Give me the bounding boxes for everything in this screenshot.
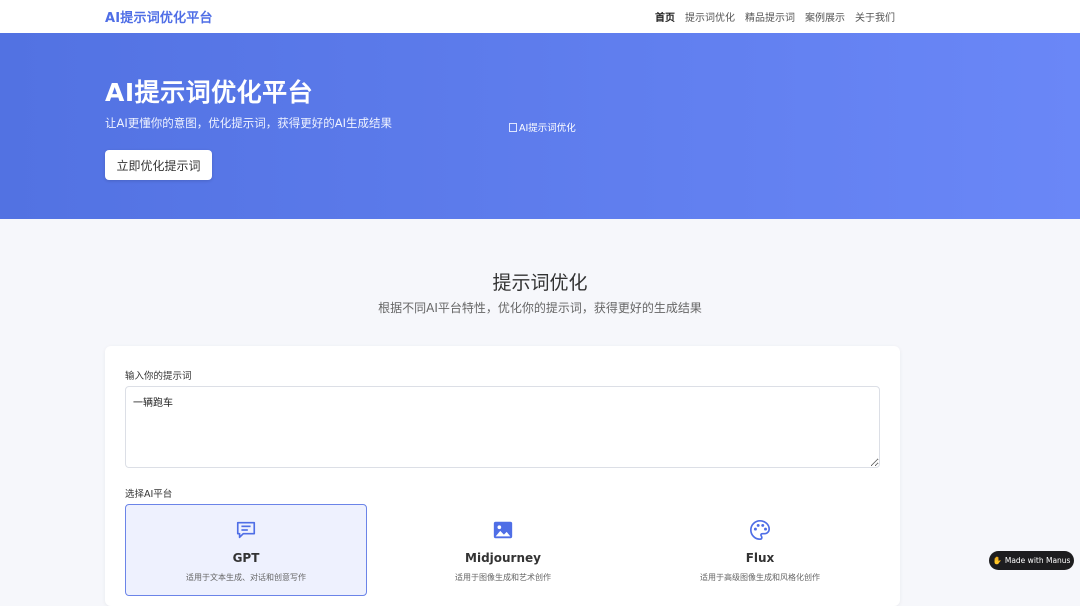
platform-name: Midjourney (465, 551, 541, 565)
prompt-label: 输入你的提示词 (125, 371, 192, 382)
image-icon (383, 519, 623, 541)
nav-featured-prompts[interactable]: 精品提示词 (745, 9, 795, 24)
nav-home[interactable]: 首页 (655, 9, 675, 24)
badge-text: Made with Manus (1004, 556, 1071, 565)
platform-options: GPT 适用于文本生成、对话和创意写作 Midjourney 适用于图像生成和艺… (125, 504, 880, 604)
hand-icon: ✋ (992, 556, 1002, 565)
platform-midjourney[interactable]: Midjourney 适用于图像生成和艺术创作 (382, 504, 624, 596)
broken-image-icon (509, 122, 517, 132)
platform-flux[interactable]: Flux 适用于高级图像生成和风格化创作 (639, 504, 881, 596)
made-with-manus-badge[interactable]: ✋ Made with Manus (989, 551, 1074, 570)
section-subtitle: 根据不同AI平台特性，优化你的提示词，获得更好的生成结果 (378, 301, 702, 315)
hero-subtitle: 让AI更懂你的意图，优化提示词，获得更好的AI生成结果 (105, 116, 393, 130)
platform-desc: 适用于高级图像生成和风格化创作 (700, 573, 820, 582)
platform-label: 选择AI平台 (125, 489, 173, 500)
brand-logo[interactable]: AI提示词优化平台 (105, 7, 213, 26)
prompt-input[interactable] (125, 386, 880, 468)
optimizer-card: 输入你的提示词 选择AI平台 GPT 适用于文本生成、对话和创意写作 Mi (105, 346, 900, 606)
palette-icon (640, 519, 880, 541)
hero-title: AI提示词优化平台 (105, 78, 314, 107)
optimize-now-button[interactable]: 立即优化提示词 (105, 150, 212, 180)
section-title: 提示词优化 (492, 272, 588, 294)
chat-icon (126, 519, 366, 541)
top-navbar: AI提示词优化平台 首页 提示词优化 精品提示词 案例展示 关于我们 (0, 0, 1080, 33)
nav-prompt-optimize[interactable]: 提示词优化 (685, 9, 735, 24)
platform-gpt[interactable]: GPT 适用于文本生成、对话和创意写作 (125, 504, 367, 596)
hero-banner: AI提示词优化平台 让AI更懂你的意图，优化提示词，获得更好的AI生成结果 立即… (0, 33, 1080, 219)
platform-name: GPT (232, 551, 260, 565)
platform-desc: 适用于图像生成和艺术创作 (455, 573, 551, 582)
hero-image-alt: AI提示词优化 (519, 123, 576, 134)
platform-name: Flux (745, 551, 775, 565)
nav-cases[interactable]: 案例展示 (805, 9, 845, 24)
hero-image: AI提示词优化 (509, 120, 576, 134)
main-nav: 首页 提示词优化 精品提示词 案例展示 关于我们 (645, 9, 895, 24)
nav-about[interactable]: 关于我们 (855, 9, 895, 24)
platform-desc: 适用于文本生成、对话和创意写作 (186, 573, 306, 582)
